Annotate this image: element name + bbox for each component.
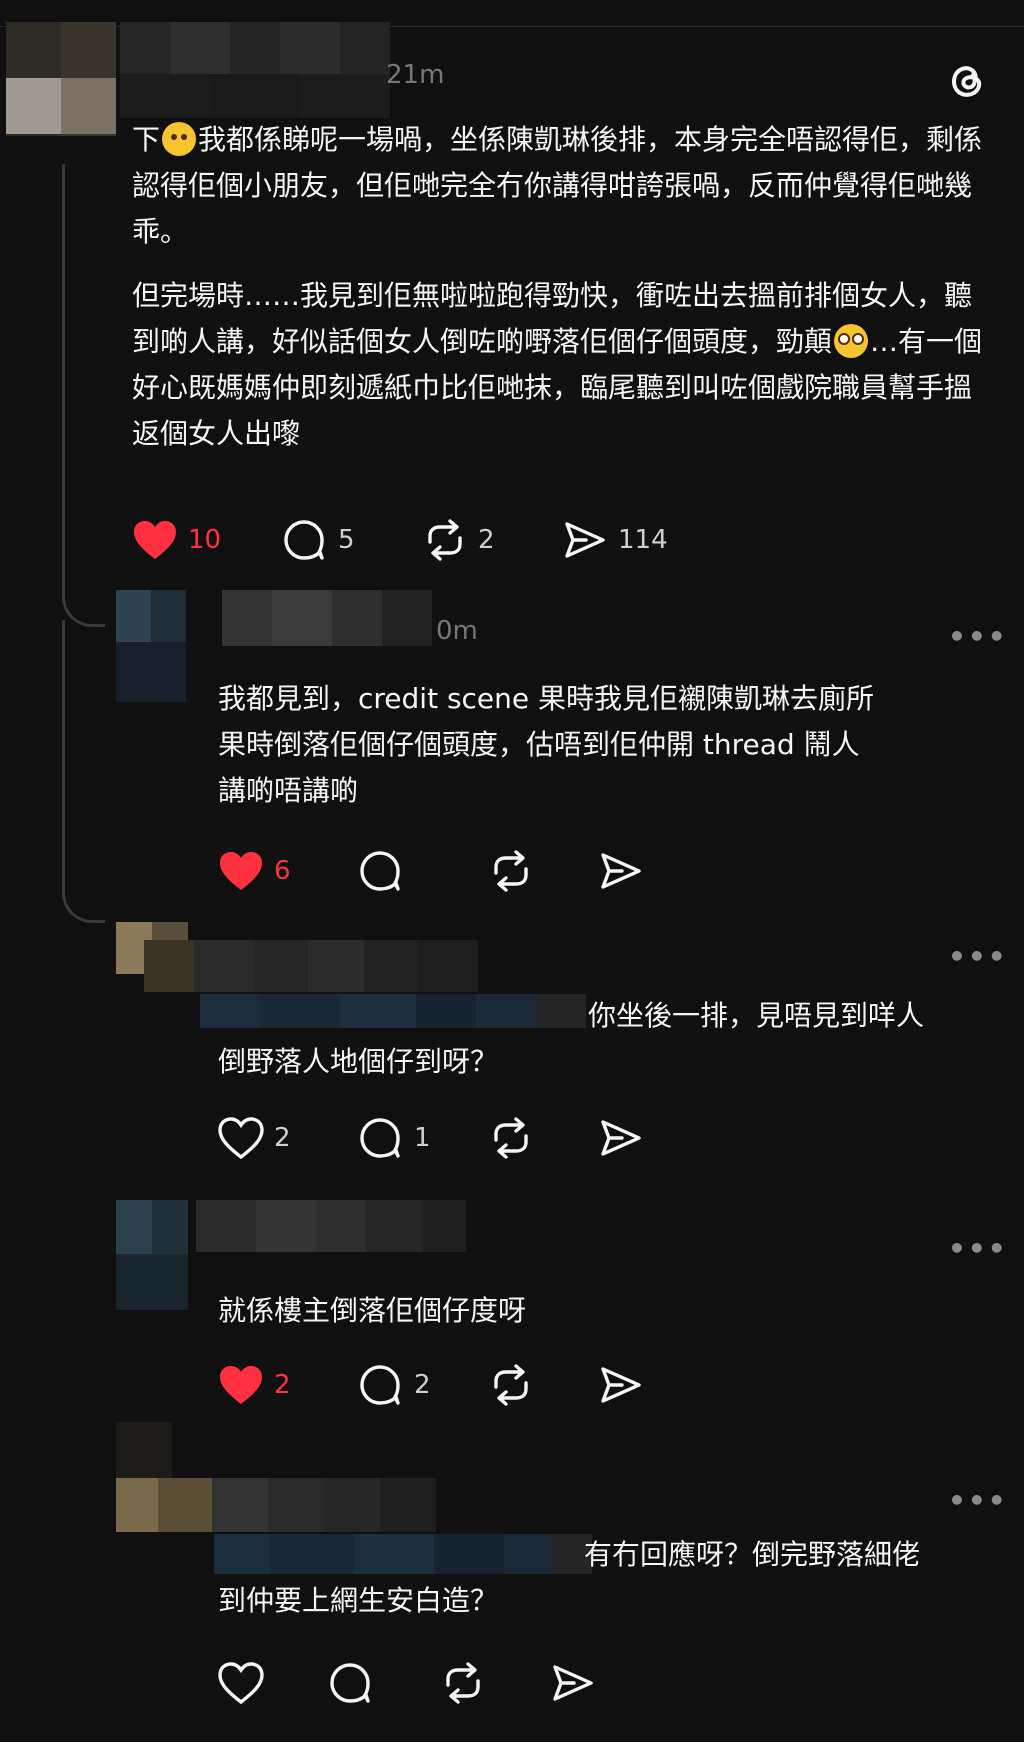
send-icon xyxy=(553,1665,593,1701)
reply-2-like-count: 2 xyxy=(274,1123,291,1153)
reply-3-repost-button[interactable] xyxy=(488,1363,598,1407)
reply-3-comment-button[interactable]: 2 xyxy=(358,1363,488,1407)
comment-bubble-icon xyxy=(284,520,324,560)
reply-3-actions: 2 2 xyxy=(218,1360,644,1410)
more-dots-icon[interactable]: ••• xyxy=(948,620,1008,653)
author-meta-blurred xyxy=(120,74,390,118)
repost-icon xyxy=(428,519,462,561)
reply-3-avatar-blurred-lower xyxy=(116,1254,188,1310)
comment-bubble-icon xyxy=(360,1365,400,1405)
reply-3-avatar-blurred[interactable] xyxy=(116,1200,188,1254)
reply-2-text: 你坐後一排，見唔見到咩人 倒野落人地個仔到呀？ xyxy=(218,999,925,1078)
thread-connector-line-2 xyxy=(62,620,105,923)
reply-3-like-button[interactable]: 2 xyxy=(218,1364,358,1406)
reply-4-comment-button[interactable] xyxy=(328,1661,440,1705)
reply-4-repost-button[interactable] xyxy=(440,1661,550,1705)
threads-logo-icon[interactable] xyxy=(945,58,989,102)
repost-button[interactable]: 2 xyxy=(422,518,562,562)
share-count: 114 xyxy=(618,525,668,555)
repost-count: 2 xyxy=(478,525,495,555)
reply-1-actions: 6 xyxy=(218,846,644,896)
post-body: 下我都係睇呢一場喎，坐係陳凱琳後排，本身完全唔認得佢，剩係認得佢個小朋友，但佢哋… xyxy=(132,117,992,457)
more-dots-icon[interactable]: ••• xyxy=(948,940,1008,973)
reply-4-like-button[interactable] xyxy=(218,1662,328,1704)
heart-icon xyxy=(220,1366,262,1404)
comment-bubble-icon xyxy=(330,1663,370,1703)
like-count: 10 xyxy=(188,525,222,555)
reply-1-avatar-blurred-lower xyxy=(116,642,186,702)
reply-4-text: 有冇回應呀？倒完野落細佬 到仲要上網生安白造？ xyxy=(218,1538,921,1617)
repost-icon xyxy=(494,1117,528,1159)
reply-2-share-button[interactable] xyxy=(598,1116,644,1160)
reply-1-comment-button[interactable] xyxy=(358,849,488,893)
more-dots-icon[interactable]: ••• xyxy=(948,1232,1008,1265)
reply-1-text: 我都見到，credit scene 果時我見佢襯陳凱琳去廁所 果時倒落佢個仔個頭… xyxy=(218,682,875,807)
post-actions: 10 5 2 114 xyxy=(132,515,702,565)
heart-icon xyxy=(220,852,262,890)
reply-count: 5 xyxy=(338,525,355,555)
reply-1-repost-button[interactable] xyxy=(488,849,598,893)
more-dots-icon[interactable]: ••• xyxy=(948,1484,1008,1517)
reply-3-like-count: 2 xyxy=(274,1370,291,1400)
reply-1-username-blurred[interactable] xyxy=(222,590,432,646)
reply-3-comment-count: 2 xyxy=(414,1370,431,1400)
reply-1-like-button[interactable]: 6 xyxy=(218,850,358,892)
repost-icon xyxy=(446,1662,480,1704)
reply-2-actions: 2 1 xyxy=(218,1113,644,1163)
reply-1-timestamp: 0m xyxy=(436,616,478,646)
author-avatar-blurred-lower xyxy=(6,78,116,134)
reply-1-avatar-blurred[interactable] xyxy=(116,590,186,642)
reply-4-actions xyxy=(218,1658,596,1708)
reply-4-username-blurred[interactable] xyxy=(116,1478,436,1532)
repost-icon xyxy=(494,850,528,892)
flushed-face-icon xyxy=(834,324,869,358)
reply-4-share-button[interactable] xyxy=(550,1661,596,1705)
send-icon xyxy=(601,853,641,889)
heart-icon xyxy=(218,1662,264,1704)
reply-3-share-button[interactable] xyxy=(598,1363,644,1407)
send-icon xyxy=(601,1120,641,1156)
post-paragraph-2: 但完場時……我見到佢無啦啦跑得勁快，衝咗出去搵前排個女人，聽到啲人講，好似話個女… xyxy=(132,279,983,450)
comment-button[interactable]: 5 xyxy=(282,518,422,562)
author-username-blurred[interactable] xyxy=(120,22,390,74)
reply-4-avatar-blurred[interactable] xyxy=(116,1422,172,1478)
heart-icon xyxy=(218,1117,264,1159)
reply-2-comment-count: 1 xyxy=(414,1123,431,1153)
reply-3-username-blurred[interactable] xyxy=(196,1200,466,1252)
repost-icon xyxy=(494,1364,528,1406)
like-button[interactable]: 10 xyxy=(132,519,282,561)
comment-bubble-icon xyxy=(360,1118,400,1158)
post-paragraph-1: 下我都係睇呢一場喎，坐係陳凱琳後排，本身完全唔認得佢，剩係認得佢個小朋友，但佢哋… xyxy=(132,122,983,248)
comment-bubble-icon xyxy=(360,851,400,891)
reply-2-comment-button[interactable]: 1 xyxy=(358,1116,488,1160)
reply-1-like-count: 6 xyxy=(274,856,291,886)
reply-1-share-button[interactable] xyxy=(598,849,644,893)
reply-2-like-button[interactable]: 2 xyxy=(218,1117,358,1159)
share-button[interactable]: 114 xyxy=(562,518,702,562)
thread-connector-line xyxy=(62,164,105,627)
reply-3-text: 就係樓主倒落佢個仔度呀 xyxy=(218,1294,527,1327)
heart-icon xyxy=(134,521,176,559)
post-timestamp: 21m xyxy=(386,60,445,90)
reply-2-repost-button[interactable] xyxy=(488,1116,598,1160)
send-icon xyxy=(601,1367,641,1403)
reply-2-username-blurred[interactable] xyxy=(144,940,478,992)
send-icon xyxy=(565,522,605,558)
face-with-raised-eyebrow-icon xyxy=(162,122,197,156)
